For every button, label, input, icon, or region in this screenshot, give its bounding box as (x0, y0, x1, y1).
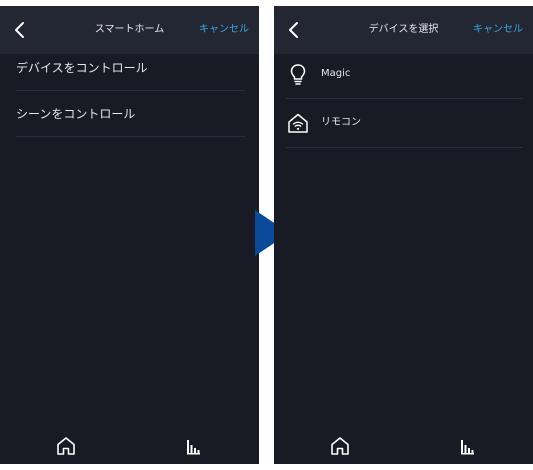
wifi-home-icon (286, 111, 310, 135)
device-label: リモコン (321, 117, 361, 128)
bars-icon[interactable] (456, 434, 480, 458)
control-scenes-item[interactable]: シーンをコントロール (16, 92, 245, 137)
smart-home-screen: スマートホーム キャンセル デバイスをコントロール シーンをコントロール (0, 6, 259, 464)
tab-bar (274, 428, 533, 464)
device-label: Magic (321, 68, 351, 79)
header: デバイスを選択 キャンセル (274, 6, 533, 54)
tab-bar (0, 428, 259, 464)
device-item-magic[interactable]: Magic (286, 50, 523, 99)
select-device-screen: デバイスを選択 キャンセル Magic リモコン (274, 6, 533, 464)
chevron-left-icon[interactable] (10, 20, 30, 40)
device-item-remote[interactable]: リモコン (286, 99, 523, 148)
home-icon[interactable] (328, 434, 352, 458)
control-devices-item[interactable]: デバイスをコントロール (16, 46, 245, 91)
home-icon[interactable] (54, 434, 78, 458)
lightbulb-icon (286, 62, 310, 86)
page-title: デバイスを選択 (368, 24, 439, 35)
cancel-button[interactable]: キャンセル (473, 6, 523, 54)
chevron-left-icon[interactable] (284, 20, 304, 40)
bars-icon[interactable] (182, 434, 206, 458)
